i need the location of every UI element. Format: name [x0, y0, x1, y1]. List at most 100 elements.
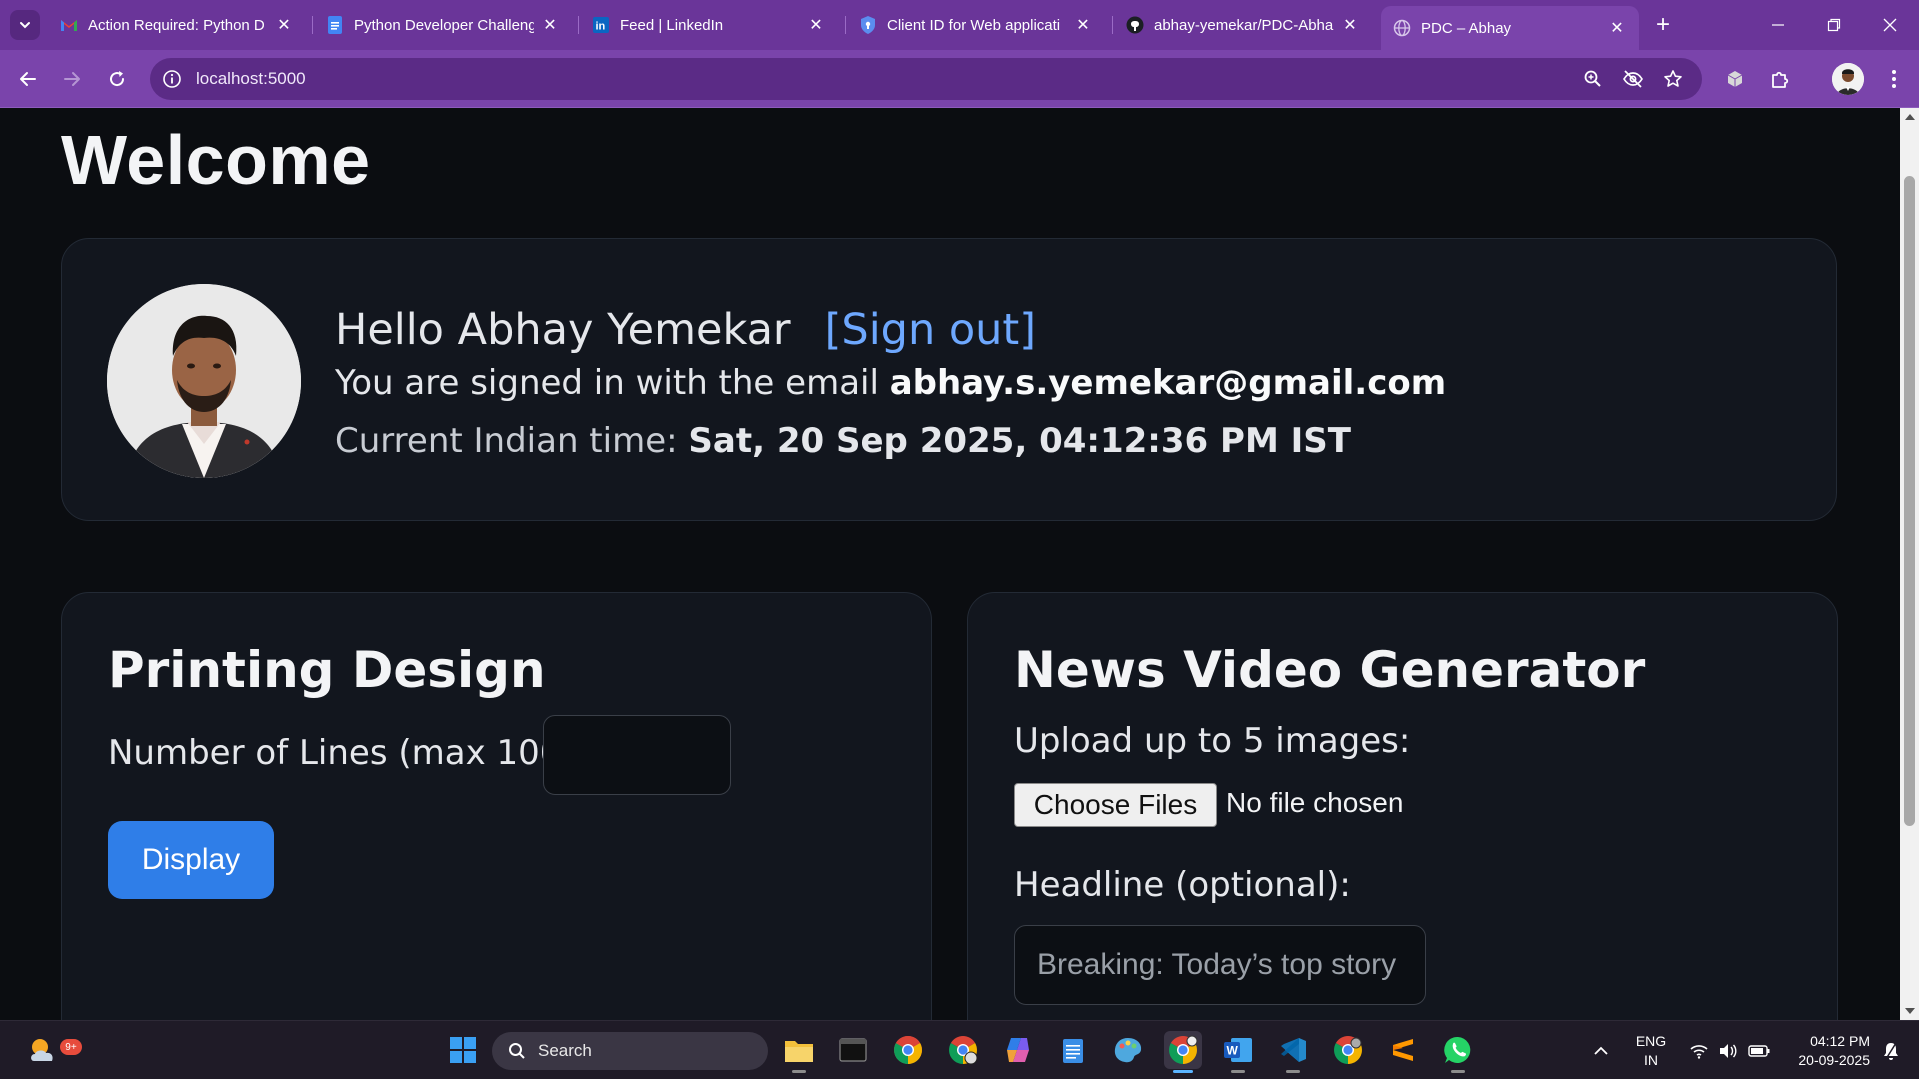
- upload-images-label: Upload up to 5 images:: [1014, 721, 1411, 761]
- scrollbar-thumb[interactable]: [1904, 176, 1915, 826]
- tab-title: Action Required: Python D: [88, 16, 265, 34]
- whatsapp-icon: [1444, 1036, 1471, 1063]
- chrome-profile-icon: [949, 1036, 978, 1065]
- paint-icon: [1114, 1038, 1142, 1063]
- site-info-icon[interactable]: [160, 67, 184, 91]
- running-indicator: [1451, 1070, 1465, 1073]
- back-button[interactable]: [12, 63, 44, 95]
- start-button[interactable]: [444, 1031, 482, 1069]
- close-icon[interactable]: ✕: [540, 15, 560, 35]
- shield-icon: [859, 16, 877, 34]
- globe-icon: [1393, 19, 1411, 37]
- choose-files-button[interactable]: Choose Files: [1014, 783, 1217, 827]
- vscode-icon: [1281, 1038, 1306, 1062]
- svg-text:in: in: [596, 21, 606, 33]
- star-icon[interactable]: [1660, 67, 1686, 91]
- language-code: ENG: [1635, 1032, 1667, 1049]
- scroll-up-arrow-icon[interactable]: [1905, 114, 1915, 120]
- sign-out-link[interactable]: [Sign out]: [825, 305, 1036, 355]
- chevron-up-icon: [1594, 1046, 1608, 1055]
- tab-separator: [845, 16, 846, 34]
- forward-button[interactable]: [56, 63, 88, 95]
- running-indicator: [792, 1070, 806, 1073]
- close-icon[interactable]: ✕: [1073, 15, 1093, 35]
- taskbar-chrome-active[interactable]: [1164, 1031, 1202, 1073]
- taskbar-word[interactable]: W: [1219, 1031, 1257, 1073]
- region-code: IN: [1644, 1051, 1658, 1068]
- scroll-down-arrow-icon[interactable]: [1905, 1008, 1915, 1014]
- profile-avatar-icon[interactable]: [1832, 63, 1864, 95]
- browser-tab-strip: Action Required: Python D ✕ Python Devel…: [0, 0, 1919, 50]
- extensions-puzzle-icon[interactable]: [1764, 63, 1796, 95]
- close-icon[interactable]: ✕: [274, 15, 294, 35]
- taskbar-chrome-canary[interactable]: [1329, 1031, 1367, 1069]
- close-window-button[interactable]: [1862, 0, 1918, 50]
- page-scrollbar[interactable]: [1900, 108, 1919, 1020]
- show-hidden-icons-button[interactable]: [1586, 1021, 1616, 1079]
- running-indicator: [1286, 1070, 1300, 1073]
- display-button[interactable]: Display: [108, 821, 274, 899]
- taskbar-copilot[interactable]: [999, 1031, 1037, 1069]
- clock-date: 20-09-2025: [1798, 1051, 1870, 1068]
- reload-button[interactable]: [101, 63, 133, 95]
- tracking-protection-icon[interactable]: [1620, 67, 1646, 91]
- taskbar-search[interactable]: Search: [492, 1032, 768, 1070]
- extension-cube-icon[interactable]: [1719, 63, 1751, 95]
- input-language-indicator[interactable]: ENG IN: [1626, 1021, 1676, 1079]
- tab-google-cloud[interactable]: Client ID for Web applicati ✕: [847, 6, 1105, 44]
- new-tab-button[interactable]: +: [1648, 10, 1678, 40]
- restore-button[interactable]: [1806, 0, 1862, 50]
- close-icon[interactable]: ✕: [1607, 18, 1627, 38]
- close-icon: [1883, 18, 1897, 32]
- tab-title: PDC – Abhay: [1421, 19, 1512, 37]
- url-text[interactable]: localhost:5000: [196, 69, 306, 89]
- tab-title: abhay-yemekar/PDC-Abha: [1154, 16, 1334, 34]
- terminal-icon: [839, 1038, 867, 1062]
- taskbar-chrome[interactable]: [889, 1031, 927, 1069]
- weather-widget[interactable]: 9+: [24, 1031, 82, 1069]
- taskbar-sublime[interactable]: [1384, 1031, 1422, 1069]
- running-indicator: [1231, 1070, 1245, 1073]
- address-bar[interactable]: localhost:5000: [150, 58, 1702, 100]
- user-profile-card: Hello Abhay Yemekar [Sign out] You are si…: [61, 238, 1837, 521]
- minimize-button[interactable]: [1750, 0, 1806, 50]
- tab-search-button[interactable]: [10, 10, 40, 40]
- svg-text:W: W: [1227, 1044, 1239, 1058]
- taskbar-paint[interactable]: [1109, 1031, 1147, 1069]
- minimize-icon: [1772, 24, 1784, 26]
- headline-input[interactable]: Breaking: Today’s top story: [1014, 925, 1426, 1005]
- tab-title: Python Developer Challeng: [354, 16, 534, 34]
- tab-gmail[interactable]: Action Required: Python D ✕: [48, 6, 306, 44]
- close-icon[interactable]: ✕: [1340, 15, 1360, 35]
- kebab-menu-icon[interactable]: [1878, 63, 1910, 95]
- news-video-generator-title: News Video Generator: [1014, 641, 1646, 699]
- tab-github[interactable]: abhay-yemekar/PDC-Abha ✕: [1114, 6, 1372, 44]
- screen: Action Required: Python D ✕ Python Devel…: [0, 0, 1919, 1079]
- notepad-icon: [1063, 1039, 1083, 1063]
- tab-linkedin[interactable]: in Feed | LinkedIn ✕: [580, 6, 838, 44]
- current-time-line: Current Indian time: Sat, 20 Sep 2025, 0…: [335, 421, 1351, 461]
- tab-pdc-abhay[interactable]: PDC – Abhay ✕: [1381, 6, 1639, 50]
- copilot-icon: [1007, 1038, 1029, 1062]
- taskbar-file-explorer[interactable]: [780, 1031, 818, 1073]
- windows-taskbar: 9+ Search W ENG IN 04:12 PM 20-09-2025: [0, 1020, 1919, 1079]
- close-icon[interactable]: ✕: [806, 15, 826, 35]
- greeting: Hello Abhay Yemekar [Sign out]: [335, 305, 1036, 355]
- zoom-icon[interactable]: [1580, 67, 1606, 91]
- word-icon: W: [1224, 1038, 1252, 1062]
- taskbar-vscode[interactable]: [1274, 1031, 1312, 1073]
- taskbar-terminal[interactable]: [834, 1031, 872, 1069]
- taskbar-clock[interactable]: 04:12 PM 20-09-2025: [1780, 1021, 1870, 1079]
- number-of-lines-input[interactable]: [543, 715, 731, 795]
- tab-separator: [578, 16, 579, 34]
- notifications-button[interactable]: [1876, 1021, 1906, 1079]
- taskbar-chrome-profile[interactable]: [944, 1031, 982, 1069]
- quick-settings[interactable]: [1682, 1021, 1778, 1079]
- time-prefix: Current Indian time:: [335, 421, 678, 461]
- chrome-canary-icon: [1334, 1036, 1362, 1064]
- tab-google-docs[interactable]: Python Developer Challeng ✕: [314, 6, 572, 44]
- taskbar-whatsapp[interactable]: [1439, 1031, 1477, 1073]
- taskbar-notepad[interactable]: [1054, 1031, 1092, 1069]
- tab-title: Feed | LinkedIn: [620, 16, 724, 34]
- email-line: You are signed in with the email abhay.s…: [335, 363, 1446, 403]
